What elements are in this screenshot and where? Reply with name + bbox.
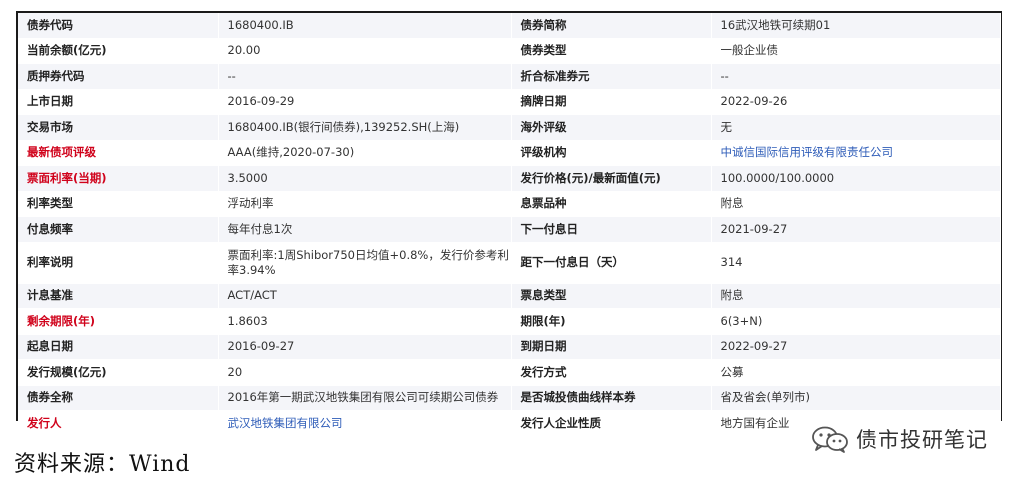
value-day-count: ACT/ACT	[218, 283, 512, 309]
label-standard-bond: 折合标准券元	[511, 63, 712, 90]
value-coupon-type: 附息	[711, 283, 1001, 309]
label-overseas-rating: 海外评级	[511, 114, 712, 141]
label-remaining-term: 剩余期限(年)	[18, 308, 219, 335]
table-row: 最新债项评级 AAA(维持,2020-07-30) 评级机构 中诚信国际信用评级…	[18, 140, 1001, 166]
value-maturity-date: 2022-09-27	[711, 334, 1001, 360]
table-row: 剩余期限(年) 1.8603 期限(年) 6(3+N)	[18, 308, 1001, 335]
label-issue-method: 发行方式	[511, 359, 712, 386]
label-maturity-date: 到期日期	[511, 334, 712, 360]
bond-info-table: 债券代码 1680400.IB 债券简称 16武汉地铁可续期01 当前余额(亿元…	[18, 13, 1001, 437]
rating-agency-link[interactable]: 中诚信国际信用评级有限责任公司	[711, 140, 1001, 166]
label-next-payment-date: 下一付息日	[511, 216, 712, 243]
table-row: 起息日期 2016-09-27 到期日期 2022-09-27	[18, 334, 1001, 360]
value-delisting-date: 2022-09-26	[711, 89, 1001, 115]
value-value-date: 2016-09-27	[218, 334, 512, 360]
label-issue-size: 发行规模(亿元)	[18, 359, 219, 386]
label-coupon-type: 票息类型	[511, 283, 712, 309]
bond-info-panel: 债券代码 1680400.IB 债券简称 16武汉地铁可续期01 当前余额(亿元…	[16, 11, 1002, 437]
watermark: 债市投研笔记	[810, 424, 988, 454]
value-days-to-payment: 314	[711, 242, 1001, 284]
label-rating-agency: 评级机构	[511, 140, 712, 166]
label-current-balance: 当前余额(亿元)	[18, 38, 219, 64]
label-coupon-variety: 息票品种	[511, 191, 712, 217]
table-row: 当前余额(亿元) 20.00 债券类型 一般企业债	[18, 38, 1001, 64]
table-row: 利率类型 浮动利率 息票品种 附息	[18, 191, 1001, 217]
value-lgfv-sample: 省及省会(单列市)	[711, 385, 1001, 411]
value-current-balance: 20.00	[218, 38, 512, 64]
watermark-text: 债市投研笔记	[856, 428, 988, 452]
label-bond-short-name: 债券简称	[511, 13, 712, 39]
value-issue-price: 100.0000/100.0000	[711, 165, 1001, 192]
label-coupon-rate: 票面利率(当期)	[18, 165, 219, 192]
label-lgfv-sample: 是否城投债曲线样本券	[511, 385, 712, 411]
table-row: 票面利率(当期) 3.5000 发行价格(元)/最新面值(元) 100.0000…	[18, 165, 1001, 192]
label-term: 期限(年)	[511, 308, 712, 335]
label-days-to-payment: 距下一付息日（天）	[511, 242, 712, 284]
table-row: 计息基准 ACT/ACT 票息类型 附息	[18, 283, 1001, 309]
value-full-name: 2016年第一期武汉地铁集团有限公司可续期公司债券	[218, 385, 512, 411]
table-row: 交易市场 1680400.IB(银行间债券),139252.SH(上海) 海外评…	[18, 114, 1001, 141]
table-row: 债券全称 2016年第一期武汉地铁集团有限公司可续期公司债券 是否城投债曲线样本…	[18, 385, 1001, 411]
value-trading-market: 1680400.IB(银行间债券),139252.SH(上海)	[218, 114, 512, 141]
label-rate-type: 利率类型	[18, 191, 219, 217]
value-payment-frequency: 每年付息1次	[218, 216, 512, 243]
value-pledge-code: --	[218, 63, 512, 90]
value-issue-size: 20	[218, 359, 512, 386]
label-day-count: 计息基准	[18, 283, 219, 309]
label-issue-price: 发行价格(元)/最新面值(元)	[511, 165, 712, 192]
label-latest-rating: 最新债项评级	[18, 140, 219, 166]
label-bond-type: 债券类型	[511, 38, 712, 64]
value-listing-date: 2016-09-29	[218, 89, 512, 115]
value-coupon-variety: 附息	[711, 191, 1001, 217]
label-delisting-date: 摘牌日期	[511, 89, 712, 115]
value-rate-description: 票面利率:1周Shibor750日均值+0.8%，发行价参考利率3.94%	[218, 242, 512, 284]
label-issuer: 发行人	[18, 410, 219, 437]
label-pledge-code: 质押券代码	[18, 63, 219, 90]
value-latest-rating: AAA(维持,2020-07-30)	[218, 140, 512, 166]
value-bond-code: 1680400.IB	[218, 13, 512, 39]
source-note: 资料来源：Wind	[14, 452, 191, 477]
value-bond-type: 一般企业债	[711, 38, 1001, 64]
value-coupon-rate: 3.5000	[218, 165, 512, 192]
value-rate-type: 浮动利率	[218, 191, 512, 217]
wechat-icon	[812, 426, 848, 453]
issuer-link[interactable]: 武汉地铁集团有限公司	[218, 410, 512, 437]
label-bond-code: 债券代码	[18, 13, 219, 39]
value-standard-bond: --	[711, 63, 1001, 90]
table-row: 发行规模(亿元) 20 发行方式 公募	[18, 359, 1001, 386]
value-term: 6(3+N)	[711, 308, 1001, 335]
label-value-date: 起息日期	[18, 334, 219, 360]
label-rate-description: 利率说明	[18, 242, 219, 284]
table-row: 债券代码 1680400.IB 债券简称 16武汉地铁可续期01	[18, 13, 1001, 39]
label-trading-market: 交易市场	[18, 114, 219, 141]
label-listing-date: 上市日期	[18, 89, 219, 115]
value-overseas-rating: 无	[711, 114, 1001, 141]
table-row: 质押券代码 -- 折合标准券元 --	[18, 63, 1001, 90]
value-issue-method: 公募	[711, 359, 1001, 386]
table-row: 利率说明 票面利率:1周Shibor750日均值+0.8%，发行价参考利率3.9…	[18, 242, 1001, 284]
value-bond-short-name: 16武汉地铁可续期01	[711, 13, 1001, 39]
value-next-payment-date: 2021-09-27	[711, 216, 1001, 243]
table-row: 付息频率 每年付息1次 下一付息日 2021-09-27	[18, 216, 1001, 243]
value-remaining-term: 1.8603	[218, 308, 512, 335]
table-row: 上市日期 2016-09-29 摘牌日期 2022-09-26	[18, 89, 1001, 115]
label-issuer-nature: 发行人企业性质	[511, 410, 712, 437]
label-full-name: 债券全称	[18, 385, 219, 411]
label-payment-frequency: 付息频率	[18, 216, 219, 243]
